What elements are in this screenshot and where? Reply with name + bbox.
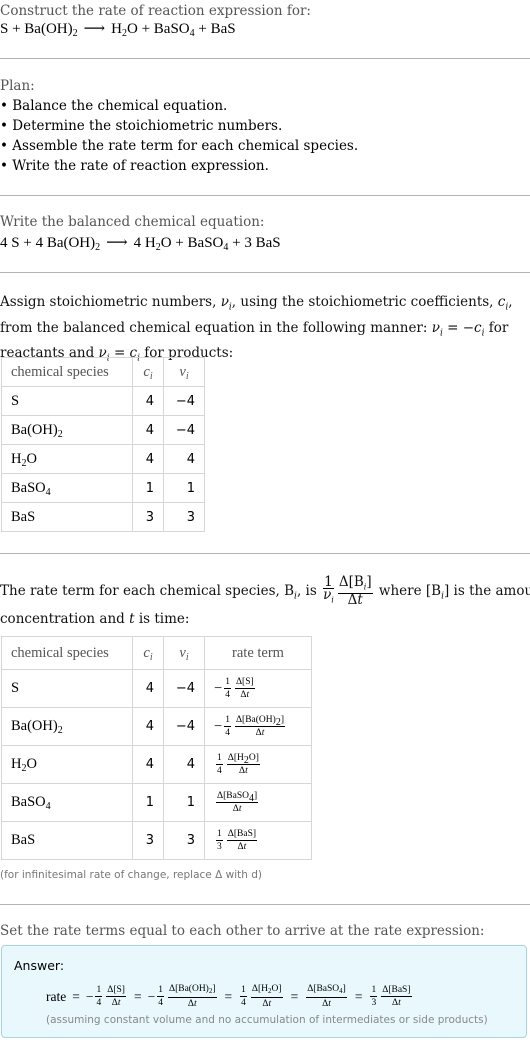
divider [0,58,530,59]
v-cell: 3 [163,502,205,532]
v-cell: −4 [163,415,205,445]
species-cell: H2O [1,444,133,474]
divider [0,195,530,196]
header-c: ci [132,636,164,670]
plan-step: Write the rate of reaction expression. [0,156,530,176]
table-header-row: chemical species ci νi rate term [1,636,312,670]
rate-term-cell: Δ[BaSO4] Δt [204,783,312,822]
table-row: BaS 3 3 1 3 Δ[BaS] Δt [1,821,312,860]
table-row: BaS 3 3 [1,502,205,532]
species-cell: BaSO4 [1,783,133,822]
rate-expression: rate = −1 4 Δ[S] Δt = −1 4 Δ[Ba(OH)2] Δt = 1 4 Δ[H2… [46,984,412,1009]
table-header-row: chemical species ci νi [1,357,205,387]
infinitesimal-note: (for infinitesimal rate of change, repla… [0,869,262,881]
v-cell: 4 [163,745,205,784]
answer-box: Answer: rate = −1 4 Δ[S] Δt = −1 4 Δ[Ba(OH)2] Δt… [1,945,527,1038]
species-cell: BaSO4 [1,473,133,503]
species-cell: S [1,386,133,416]
species-cell: S [1,669,133,708]
rate-term-cell: 1 4 Δ[H2O] Δt [204,745,312,784]
divider [0,553,530,554]
c-cell: 4 [132,707,164,746]
c-cell: 4 [132,386,164,416]
header-species: chemical species [1,357,133,387]
rate-term-cell: −1 4 Δ[S] Δt [204,669,312,708]
species-cell: Ba(OH)2 [1,415,133,445]
divider [0,272,530,273]
header-species: chemical species [1,636,133,670]
c-cell: 4 [132,745,164,784]
table-row: H2O 4 4 [1,444,205,474]
plan-label: Plan: [0,78,35,94]
plan-steps: Balance the chemical equation. Determine… [0,96,530,176]
c-cell: 1 [132,473,164,503]
rate-term-cell: −1 4 Δ[Ba(OH)2] Δt [204,707,312,746]
v-cell: −4 [163,669,205,708]
rate-word: rate [46,989,67,1004]
v-cell: 3 [163,821,205,860]
unbalanced-equation: S + Ba(OH)2 ⟶ H2O + BaSO4 + BaS [0,21,236,39]
rate-term-section: The rate term for each chemical species,… [0,573,530,629]
species-cell: BaS [1,821,133,860]
c-cell: 4 [132,444,164,474]
c-cell: 4 [132,415,164,445]
table-row: Ba(OH)2 4 −4 −1 4 Δ[Ba(OH)2] Δt [1,707,312,746]
c-cell: 3 [132,502,164,532]
v-cell: 1 [163,473,205,503]
table-row: BaSO4 1 1 Δ[BaSO4] Δt [1,783,312,822]
species-cell: H2O [1,745,133,784]
v-cell: −4 [163,386,205,416]
table-row: S 4 −4 [1,386,205,416]
plan-step: Assemble the rate term for each chemical… [0,136,530,156]
header-c: ci [132,357,164,387]
table-row: H2O 4 4 1 4 Δ[H2O] Δt [1,745,312,784]
table-row: S 4 −4 −1 4 Δ[S] Δt [1,669,312,708]
plan-step: Determine the stoichiometric numbers. [0,116,530,136]
plan-section: Plan: Balance the chemical equation. Det… [0,76,530,176]
balanced-equation: 4 S + 4 Ba(OH)2 ⟶ 4 H2O + BaSO4 + 3 BaS [0,235,281,253]
rate-term-cell: 1 3 Δ[BaS] Δt [204,821,312,860]
species-cell: BaS [1,502,133,532]
plan-step: Balance the chemical equation. [0,96,530,116]
divider [0,904,530,905]
balanced-label: Write the balanced chemical equation: [0,214,265,230]
header-rate-term: rate term [204,636,312,670]
header-v: νi [163,357,205,387]
v-cell: 4 [163,444,205,474]
table-row: Ba(OH)2 4 −4 [1,415,205,445]
c-cell: 4 [132,669,164,708]
answer-label: Answer: [14,958,65,973]
v-cell: 1 [163,783,205,822]
c-cell: 3 [132,821,164,860]
header-v: νi [163,636,205,670]
species-cell: Ba(OH)2 [1,707,133,746]
balanced-section: Write the balanced chemical equation: 4 … [0,212,530,254]
answer-note: (assuming constant volume and no accumul… [46,1014,488,1026]
table-row: BaSO4 1 1 [1,473,205,503]
rate-term-table: chemical species ci νi rate term S 4 −4 −1… [1,636,312,860]
rate-term-formula: 1 νi [323,573,334,605]
stoich-table: chemical species ci νi S 4 −4 Ba(OH)2 4 −4 H… [1,357,205,532]
c-cell: 1 [132,783,164,822]
final-label: Set the rate terms equal to each other t… [0,923,485,939]
v-cell: −4 [163,707,205,746]
